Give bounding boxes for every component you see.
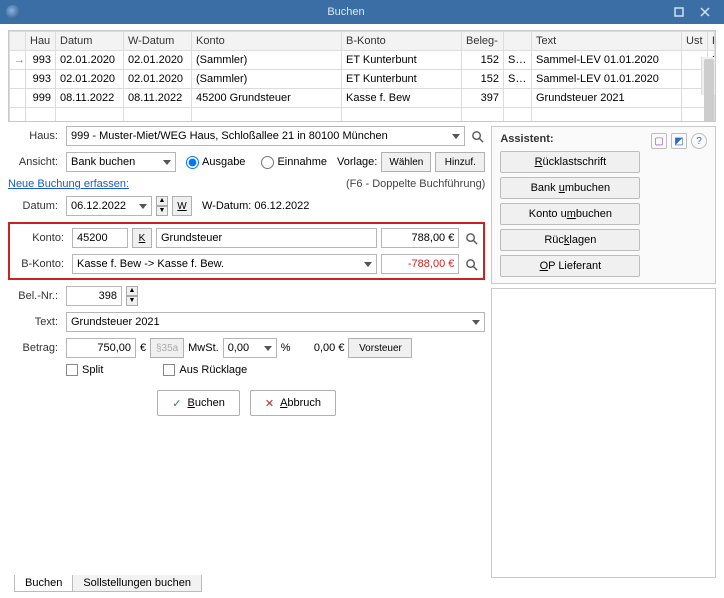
haus-label: Haus: xyxy=(8,130,62,142)
abbruch-button[interactable]: ✕Abbruch xyxy=(250,390,336,416)
ruecklagen-button[interactable]: Rücklagen xyxy=(500,229,640,251)
text-select[interactable]: Grundsteuer 2021 xyxy=(66,312,485,332)
table-row[interactable]: 99908.11.202208.11.2022 45200 Grundsteue… xyxy=(10,89,715,108)
datum-input[interactable]: 06.12.2022 xyxy=(66,196,152,216)
bkonto-label: B-Konto: xyxy=(14,258,68,270)
bookings-grid[interactable]: HauDatumW-Datum KontoB-KontoBeleg- TextU… xyxy=(8,30,716,122)
tab-sollstellungen[interactable]: Sollstellungen buchen xyxy=(72,575,202,592)
table-row[interactable]: → 99302.01.202002.01.2020 (Sammler)ET Ku… xyxy=(10,51,715,70)
vorsteuer-button[interactable]: Vorsteuer xyxy=(348,338,412,358)
aus-ruecklage-checkbox[interactable]: Aus Rücklage xyxy=(163,364,247,376)
help-icon[interactable]: ? xyxy=(691,133,707,149)
haus-select[interactable]: 999 - Muster-Miet/WEG Haus, Schloßallee … xyxy=(66,126,465,146)
einnahme-radio[interactable]: Einnahme xyxy=(261,156,327,169)
ansicht-select[interactable]: Bank buchen xyxy=(66,152,176,172)
k-button[interactable]: K xyxy=(132,228,152,248)
abbruch-button-rest: bbruch xyxy=(287,397,321,409)
window-title: Buchen xyxy=(26,6,666,18)
belnr-input[interactable] xyxy=(66,286,122,306)
search-icon[interactable] xyxy=(463,256,479,272)
belnr-label: Bel.-Nr.: xyxy=(8,290,62,302)
bkonto-select[interactable]: Kasse f. Bew -> Kasse f. Bew. xyxy=(72,254,377,274)
ausgabe-radio[interactable]: Ausgabe xyxy=(186,156,245,169)
tab-buchen[interactable]: Buchen xyxy=(14,575,73,592)
search-icon[interactable] xyxy=(463,230,479,246)
search-icon[interactable] xyxy=(469,128,485,144)
w-button[interactable]: W xyxy=(172,196,192,216)
datum-spinner[interactable]: ▲▼ xyxy=(156,196,168,216)
konto-umbuchen-button[interactable]: Konto umbuchen xyxy=(500,203,640,225)
vorlage-hinzuf-button[interactable]: Hinzuf. xyxy=(435,152,485,172)
table-row[interactable]: 99302.01.202002.01.2020 (Sammler)ET Kunt… xyxy=(10,70,715,89)
konto-label: Konto: xyxy=(14,232,68,244)
mwst-amount: 0,00 € xyxy=(294,342,344,354)
konto-name-input[interactable] xyxy=(156,228,377,248)
konto-input[interactable] xyxy=(72,228,128,248)
mwst-select[interactable]: 0,00 xyxy=(223,338,277,358)
betrag-label: Betrag: xyxy=(8,342,62,354)
assistent-panel: Assistent: Rücklastschrift Bank umbuchen… xyxy=(491,126,716,284)
grid-scrollbar[interactable] xyxy=(701,57,715,95)
grid-header-row: HauDatumW-Datum KontoB-KontoBeleg- TextU… xyxy=(10,32,715,51)
table-row[interactable] xyxy=(10,108,715,123)
app-icon xyxy=(6,5,20,19)
close-button[interactable] xyxy=(692,2,718,22)
wdatum-text: W-Datum: 06.12.2022 xyxy=(202,200,309,212)
datum-label: Datum: xyxy=(8,200,62,212)
assist-icon-1[interactable]: ▢ xyxy=(651,133,667,149)
betrag-input[interactable] xyxy=(66,338,136,358)
vorlage-label: Vorlage: xyxy=(337,156,377,168)
minimize-button[interactable] xyxy=(666,2,692,22)
op-lieferant-button[interactable]: OP Lieferant xyxy=(500,255,640,277)
neue-buchung-link[interactable]: Neue Buchung erfassen: xyxy=(8,178,129,190)
assistent-title: Assistent: xyxy=(500,133,640,145)
belnr-spinner[interactable]: ▲▼ xyxy=(126,286,138,306)
ansicht-label: Ansicht: xyxy=(8,156,62,168)
s35a-button[interactable]: §35a xyxy=(150,338,184,358)
buchen-button[interactable]: ✓Buchen xyxy=(157,390,240,416)
split-checkbox[interactable]: Split xyxy=(66,364,103,376)
assistent-detail-area xyxy=(491,288,716,578)
konto-amount xyxy=(381,228,459,248)
assist-icon-2[interactable]: ◩ xyxy=(671,133,687,149)
text-label: Text: xyxy=(8,316,62,328)
f6-hint: (F6 - Doppelte Buchführung) xyxy=(346,178,485,190)
bank-umbuchen-button[interactable]: Bank umbuchen xyxy=(500,177,640,199)
buchen-button-rest: uchen xyxy=(195,397,225,409)
ruecklastschrift-button[interactable]: Rücklastschrift xyxy=(500,151,640,173)
mwst-label: MwSt. xyxy=(188,342,219,354)
vorlage-waehlen-button[interactable]: Wählen xyxy=(381,152,431,172)
konto-highlight-box: Konto: K B-Konto: Kasse f. Bew -> Kasse … xyxy=(8,222,485,280)
bkonto-amount xyxy=(381,254,459,274)
